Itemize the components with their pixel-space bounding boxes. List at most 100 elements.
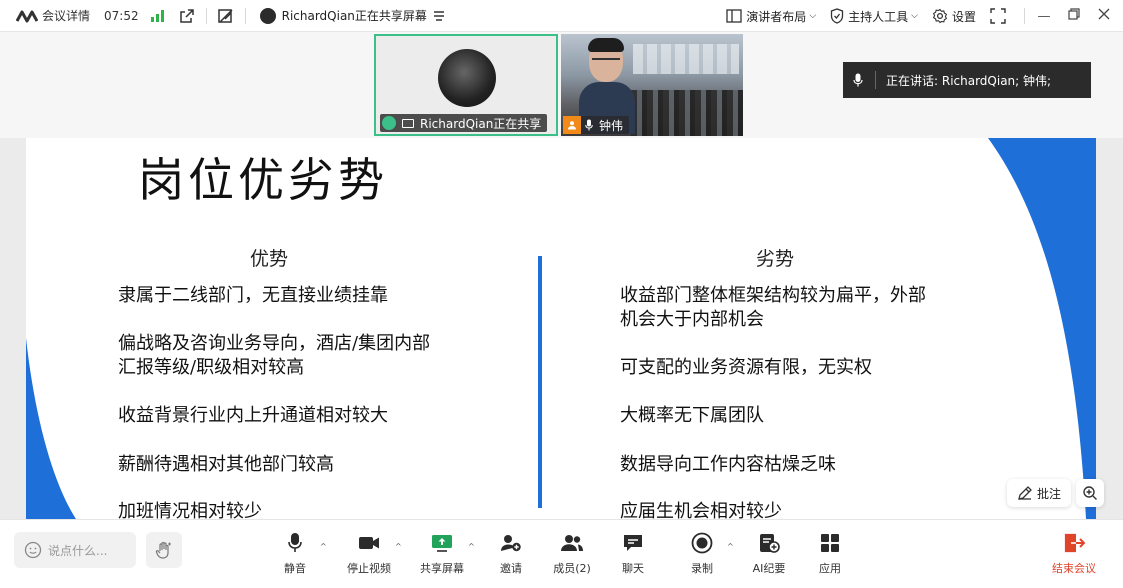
stop-annotate-icon[interactable] [217, 7, 235, 25]
screen-share-icon [402, 118, 414, 128]
app-logo-icon [16, 10, 38, 22]
video-options-caret[interactable]: ^ [395, 542, 402, 551]
close-button[interactable] [1093, 8, 1115, 24]
gear-icon [932, 8, 948, 24]
maximize-button[interactable] [1063, 8, 1085, 24]
exit-icon [1064, 533, 1085, 553]
host-tools-button[interactable]: 主持人工具 ⌵ [830, 8, 918, 25]
bottom-toolbar: 说点什么... 静音 ^ 停止视频 ^ 共享屏幕 ^ 邀请 成员(2) 聊天 录… [0, 519, 1123, 588]
share-screen-button[interactable]: 共享屏幕 [412, 532, 472, 576]
avatar [438, 49, 496, 107]
settings-button[interactable]: 设置 [932, 8, 976, 25]
chevron-down-icon: ⌵ [809, 11, 817, 21]
meeting-details-link[interactable]: 会议详情 [42, 7, 90, 24]
advantage-item: 加班情况相对较少 [118, 501, 262, 519]
record-button[interactable]: 录制 [672, 532, 732, 576]
advantage-item: 偏战略及咨询业务导向，酒店/集团内部 [118, 333, 431, 354]
tile-name-label: 钟伟 [563, 116, 630, 134]
camera-icon [359, 537, 379, 549]
room-ceiling-lights [633, 44, 739, 74]
slide-title: 岗位优劣势 [138, 153, 388, 207]
active-speaker-text: 正在讲话: RichardQian; 钟伟; [886, 73, 1052, 88]
tile-name-label: RichardQian正在共享 [380, 114, 548, 132]
meeting-clock: 07:52 [104, 8, 139, 23]
members-label: 成员(2) [553, 562, 591, 575]
divider [244, 7, 246, 24]
top-bar: 会议详情 07:52 RichardQian正在共享屏幕 演讲者布局 ⌵ 主持人… [0, 0, 1123, 32]
share-screen-label: 共享屏幕 [420, 562, 464, 575]
record-label: 录制 [691, 562, 713, 575]
mute-options-caret[interactable]: ^ [320, 542, 327, 551]
raise-hand-button[interactable] [146, 532, 182, 568]
fullscreen-icon [990, 8, 1006, 24]
presenter-layout-label: 演讲者布局 [746, 9, 807, 24]
share-options-caret[interactable]: ^ [468, 542, 475, 551]
stop-video-button[interactable]: 停止视频 [339, 532, 399, 576]
advantage-item: 隶属于二线部门，无直接业绩挂靠 [118, 285, 388, 306]
members-button[interactable]: 成员(2) [542, 532, 602, 576]
advantage-item: 薪酬待遇相对其他部门较高 [118, 454, 334, 475]
popout-icon[interactable] [178, 7, 196, 25]
pen-icon [1018, 486, 1032, 500]
video-tile-zhongwei[interactable]: 钟伟 [561, 34, 743, 136]
mute-label: 静音 [284, 562, 306, 575]
annotate-button[interactable]: 批注 [1007, 479, 1071, 507]
chat-button[interactable]: 聊天 [603, 532, 663, 576]
chat-icon [624, 535, 642, 551]
shared-slide: 岗位优劣势 优势 劣势 隶属于二线部门，无直接业绩挂靠 偏战略及咨询业务导向，酒… [26, 138, 1096, 519]
mic-active-icon [382, 116, 396, 130]
members-icon [561, 535, 583, 551]
apps-grid-icon [821, 534, 839, 552]
disadvantage-item: 收益部门整体框架结构较为扁平，外部 [620, 285, 926, 306]
disadvantage-item: 机会大于内部机会 [620, 309, 764, 330]
share-screen-icon [432, 535, 452, 552]
quick-chat-input[interactable]: 说点什么... [14, 532, 136, 568]
close-icon [1098, 8, 1110, 20]
smile-icon [24, 541, 42, 559]
menu-lines-icon [433, 10, 444, 21]
invite-button[interactable]: 邀请 [481, 532, 541, 576]
hand-icon [155, 541, 171, 559]
apps-button[interactable]: 应用 [800, 532, 860, 576]
annotate-label: 批注 [1036, 486, 1061, 501]
fullscreen-button[interactable] [990, 8, 1010, 24]
chat-placeholder: 说点什么... [48, 543, 108, 558]
layout-icon [726, 9, 742, 23]
presenter-layout-button[interactable]: 演讲者布局 ⌵ [726, 8, 816, 25]
column-divider [538, 256, 542, 508]
disadvantage-item: 可支配的业务资源有限，无实权 [620, 357, 872, 378]
network-signal-icon[interactable] [150, 9, 164, 22]
mute-button[interactable]: 静音 [265, 532, 325, 576]
disadvantage-item: 数据导向工作内容枯燥乏味 [620, 454, 836, 475]
zoom-in-icon [1083, 486, 1097, 500]
end-meeting-button[interactable]: 结束会议 [1044, 532, 1104, 576]
video-strip: RichardQian正在共享 钟伟 正在讲话: RichardQian; 钟伟… [0, 32, 1123, 150]
divider [205, 7, 207, 24]
zoom-button[interactable] [1076, 479, 1104, 507]
top-bar-left: 会议详情 07:52 RichardQian正在共享屏幕 [0, 0, 445, 31]
disadvantages-heading: 劣势 [756, 248, 795, 270]
invite-label: 邀请 [500, 562, 522, 575]
advantage-item: 汇报等级/职级相对较高 [118, 357, 305, 378]
ai-minutes-icon [760, 534, 780, 553]
sharing-indicator[interactable]: RichardQian正在共享屏幕 [259, 7, 445, 24]
advantage-item: 收益背景行业内上升通道相对较大 [118, 405, 388, 426]
stop-video-label: 停止视频 [347, 562, 391, 575]
top-bar-right: 演讲者布局 ⌵ 主持人工具 ⌵ 设置 — [726, 0, 1123, 32]
end-meeting-label: 结束会议 [1052, 562, 1096, 575]
tile-1-name: RichardQian正在共享 [420, 116, 542, 131]
tile-2-name: 钟伟 [599, 118, 624, 133]
shared-screen-area: 岗位优劣势 优势 劣势 隶属于二线部门，无直接业绩挂靠 偏战略及咨询业务导向，酒… [0, 138, 1123, 519]
microphone-icon [853, 73, 863, 87]
disadvantage-item: 应届生机会相对较少 [620, 501, 782, 519]
add-user-icon [501, 535, 521, 552]
record-options-caret[interactable]: ^ [727, 542, 734, 551]
record-icon [691, 532, 713, 554]
minimize-button[interactable]: — [1033, 9, 1055, 24]
active-speaker-banner: 正在讲话: RichardQian; 钟伟; [843, 62, 1091, 98]
ai-minutes-button[interactable]: AI纪要 [739, 532, 799, 576]
video-tile-richardqian[interactable]: RichardQian正在共享 [374, 34, 558, 136]
apps-label: 应用 [819, 562, 841, 575]
shield-icon [830, 8, 844, 24]
divider [1024, 8, 1025, 24]
